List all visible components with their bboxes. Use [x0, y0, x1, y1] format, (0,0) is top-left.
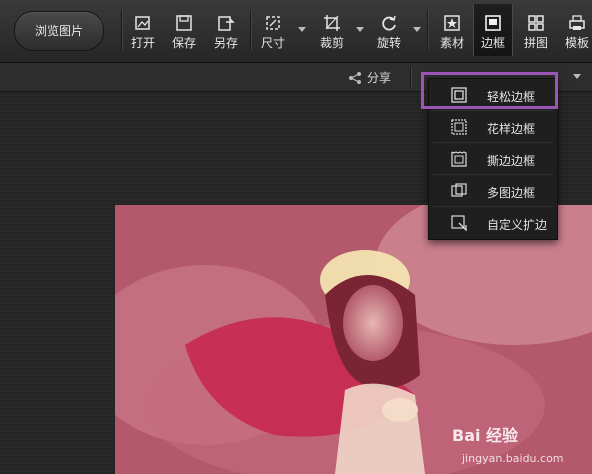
menu-divider: [433, 174, 553, 175]
material-button[interactable]: 素材: [433, 8, 471, 56]
save-label: 保存: [171, 36, 196, 50]
custom-border-icon: [451, 215, 467, 231]
subbar-divider: [410, 67, 412, 87]
printer-icon: [569, 15, 585, 30]
rotate-label: 旋转: [376, 36, 401, 50]
watermark-url: jingyan.baidu.com: [462, 452, 564, 465]
open-label: 打开: [130, 36, 155, 50]
annotation-highlight-box: [421, 72, 558, 109]
open-button[interactable]: 打开: [124, 8, 162, 56]
menu-item-torn-edge-frame[interactable]: 撕边边框: [433, 145, 553, 173]
baidu-jingyan-watermark: Bai 经验: [452, 426, 519, 445]
photo-preview: [115, 205, 592, 474]
material-label: 素材: [439, 36, 464, 50]
grid-icon: [528, 15, 544, 31]
main-toolbar: 浏览图片 打开 保存 另存 尺寸 裁剪 旋转 素材 边框 拼图 模板: [0, 0, 592, 63]
open-image-icon: [135, 16, 150, 30]
collage-button[interactable]: 拼图: [517, 8, 555, 56]
menu-divider: [433, 206, 553, 207]
share-label: 分享: [367, 71, 392, 85]
rotate-button[interactable]: 旋转: [370, 8, 408, 56]
multi-image-frame-icon: [451, 183, 467, 197]
save-as-icon: [218, 16, 235, 31]
template-label: 模板: [564, 36, 589, 50]
crop-dropdown-arrow-icon[interactable]: [356, 27, 364, 32]
share-button[interactable]: 分享: [348, 69, 391, 86]
menu-item-custom-border[interactable]: 自定义扩边: [433, 209, 553, 237]
menu-item-label: 多图边框: [487, 186, 536, 200]
collage-label: 拼图: [523, 36, 548, 50]
save-button[interactable]: 保存: [165, 8, 203, 56]
frame-button[interactable]: 边框: [473, 4, 513, 56]
frame-icon: [485, 15, 501, 31]
crop-button[interactable]: 裁剪: [313, 8, 351, 56]
girl-in-leaves-photo: [115, 205, 592, 474]
size-button[interactable]: 尺寸: [254, 8, 292, 56]
resize-icon: [266, 16, 280, 30]
size-dropdown-arrow-icon[interactable]: [298, 27, 306, 32]
pattern-frame-icon: [451, 119, 467, 135]
share-icon: [349, 72, 361, 84]
save-icon: [176, 15, 192, 31]
crop-label: 裁剪: [319, 36, 344, 50]
browse-images-button[interactable]: 浏览图片: [14, 11, 104, 51]
menu-item-label: 自定义扩边: [487, 218, 548, 232]
menu-item-multi-image-frame[interactable]: 多图边框: [433, 177, 553, 205]
size-label: 尺寸: [260, 36, 285, 50]
frame-label: 边框: [480, 36, 505, 50]
save-as-label: 另存: [213, 36, 238, 50]
star-frame-icon: [444, 15, 460, 31]
save-as-button[interactable]: 另存: [207, 8, 245, 56]
menu-divider: [433, 142, 553, 143]
rotate-dropdown-arrow-icon[interactable]: [413, 27, 421, 32]
more-dropdown-arrow-icon[interactable]: [573, 74, 581, 79]
menu-item-label: 撕边边框: [487, 154, 536, 168]
menu-divider: [433, 110, 553, 111]
toolbar-divider: [427, 10, 429, 50]
menu-item-pattern-frame[interactable]: 花样边框: [433, 113, 553, 141]
template-button[interactable]: 模板: [558, 8, 592, 56]
torn-edge-frame-icon: [451, 151, 467, 167]
crop-icon: [324, 15, 340, 31]
toolbar-divider: [121, 10, 123, 50]
toolbar-divider: [250, 10, 252, 50]
menu-item-label: 花样边框: [487, 122, 536, 136]
rotate-icon: [382, 15, 396, 31]
